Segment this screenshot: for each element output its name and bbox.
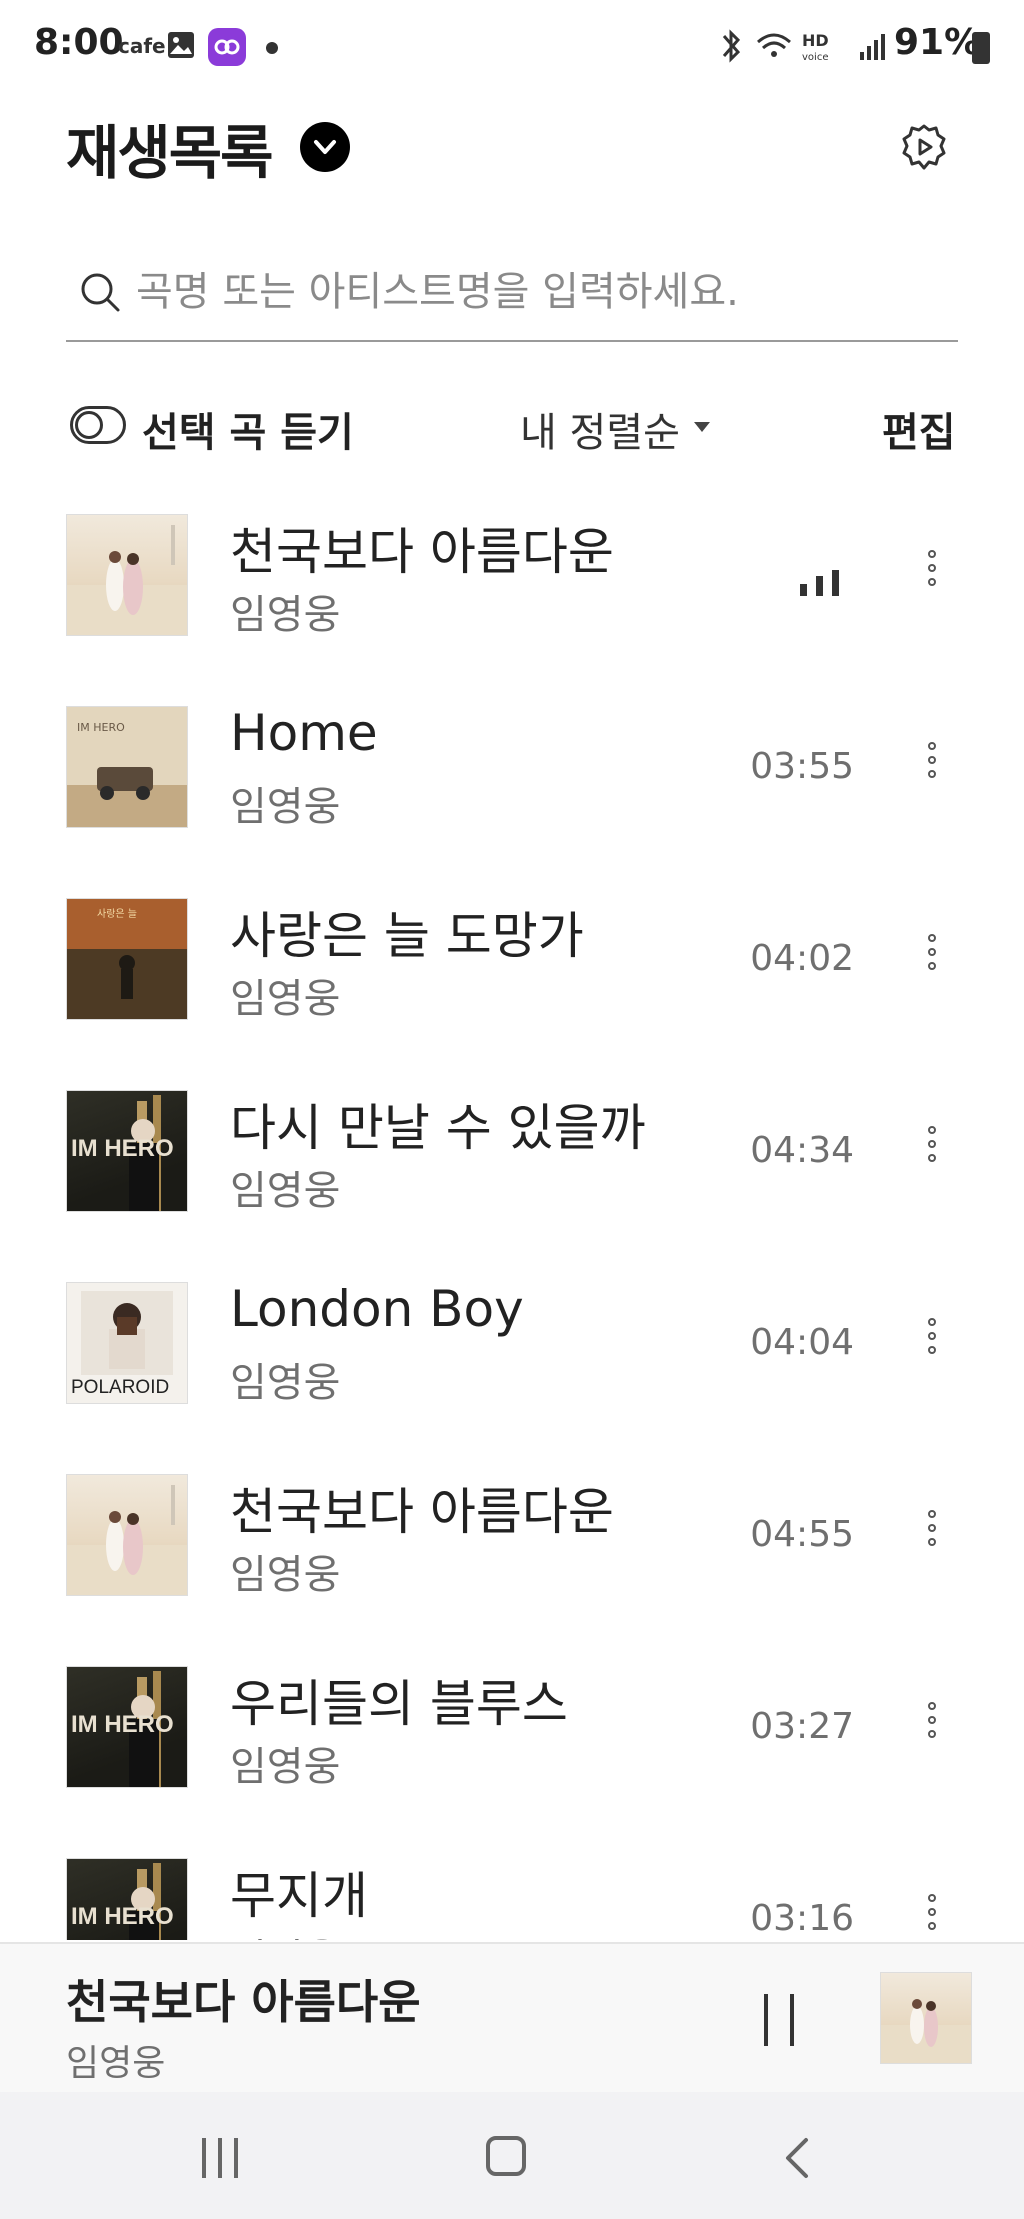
playlist-item[interactable]: POLAROID London Boy 임영웅 04:04 <box>0 1280 1024 1472</box>
signal-icon <box>860 34 885 60</box>
search-icon <box>81 273 120 312</box>
svg-text:HD: HD <box>802 31 829 50</box>
song-artist: 임영웅 <box>230 976 341 1022</box>
now-playing-album-art[interactable] <box>880 1972 972 2064</box>
battery-icon <box>972 32 990 64</box>
recent-apps-icon[interactable] <box>200 2138 242 2178</box>
image-icon <box>168 32 194 58</box>
album-art: POLAROID <box>66 1282 188 1404</box>
status-time: 8:00 <box>34 22 124 63</box>
list-toolbar: 선택 곡 듣기 내 정렬순 편집 <box>0 390 1024 460</box>
album-art: 사랑은 늘 <box>66 898 188 1020</box>
song-artist: 임영웅 <box>230 1926 340 1940</box>
song-artist: 임영웅 <box>230 784 341 830</box>
more-options-icon[interactable] <box>920 550 944 600</box>
song-title: 천국보다 아름다운 <box>230 523 614 581</box>
toggle-knob <box>75 411 103 439</box>
mini-player[interactable]: 천국보다 아름다운 임영웅 <box>0 1942 1024 2092</box>
more-options-icon[interactable] <box>920 742 944 792</box>
now-playing-artist[interactable]: 임영웅 <box>66 2034 165 2086</box>
settings-play-icon[interactable] <box>896 120 952 176</box>
song-title: London Boy <box>230 1280 524 1338</box>
pause-icon[interactable] <box>760 1994 800 2046</box>
more-options-icon[interactable] <box>920 1894 944 1940</box>
song-title: 무지개 <box>230 1867 368 1925</box>
connectivity-icons: HD voice <box>722 29 885 63</box>
chevron-down-icon <box>314 140 336 154</box>
playlist-item[interactable]: IM HERO 다시 만날 수 있을까 임영웅 04:34 <box>0 1088 1024 1280</box>
album-text: POLAROID <box>71 1377 170 1398</box>
album-text: IM HERO <box>71 1903 174 1930</box>
back-icon[interactable] <box>778 2136 818 2180</box>
album-art: IM HERO <box>66 1090 188 1212</box>
page-title[interactable]: 재생목록 <box>66 106 273 190</box>
edit-button[interactable]: 편집 <box>882 400 956 458</box>
more-options-icon[interactable] <box>920 1510 944 1560</box>
cafe-notification-label: cafe <box>118 34 166 58</box>
song-title: 우리들의 블루스 <box>230 1675 568 1733</box>
album-text: IM HERO <box>71 1711 174 1738</box>
song-duration: 03:27 <box>750 1706 854 1747</box>
song-artist: 임영웅 <box>230 1168 341 1214</box>
album-art: IM HERO <box>66 1858 188 1940</box>
svg-text:voice: voice <box>802 52 828 63</box>
svg-text:IM HERO: IM HERO <box>77 721 125 734</box>
album-art: IM HERO <box>66 706 188 828</box>
notification-dot-icon <box>266 42 278 54</box>
select-play-toggle[interactable] <box>70 406 126 444</box>
caret-down-icon[interactable] <box>694 422 710 432</box>
song-duration: 04:34 <box>750 1130 854 1171</box>
bluetooth-icon <box>722 29 741 63</box>
battery-percentage: 91% <box>894 22 981 63</box>
select-play-label[interactable]: 선택 곡 듣기 <box>142 400 354 458</box>
app-notification-icon <box>208 28 246 66</box>
album-art <box>66 1474 188 1596</box>
song-artist: 임영웅 <box>230 1552 341 1598</box>
playlist-item[interactable]: IM HERO 우리들의 블루스 임영웅 03:27 <box>0 1664 1024 1856</box>
song-title: 다시 만날 수 있을까 <box>230 1099 646 1157</box>
home-icon[interactable] <box>486 2136 526 2176</box>
song-duration: 04:55 <box>750 1514 854 1555</box>
playlist: 천국보다 아름다운 임영웅 IM HERO Home 임영웅 03:55 사랑은… <box>0 510 1024 1940</box>
song-artist: 임영웅 <box>230 1360 341 1406</box>
playlist-item[interactable]: IM HERO 무지개 임영웅 03:16 <box>0 1856 1024 1940</box>
more-options-icon[interactable] <box>920 1702 944 1752</box>
status-bar: 8:00 cafe HD voice 91% <box>0 0 1024 96</box>
album-art <box>66 514 188 636</box>
more-options-icon[interactable] <box>920 1318 944 1368</box>
song-title: 천국보다 아름다운 <box>230 1483 614 1541</box>
more-options-icon[interactable] <box>920 1126 944 1176</box>
wifi-icon <box>757 33 791 57</box>
playlist-dropdown-button[interactable] <box>300 122 350 172</box>
search-input[interactable] <box>134 260 938 324</box>
search-bar[interactable] <box>66 250 958 342</box>
playlist-item[interactable]: 천국보다 아름다운 임영웅 04:55 <box>0 1472 1024 1664</box>
now-playing-equalizer-icon <box>800 566 844 596</box>
playlist-item[interactable]: 천국보다 아름다운 임영웅 <box>0 512 1024 704</box>
song-duration: 03:55 <box>750 746 854 787</box>
song-title: 사랑은 늘 도망가 <box>230 907 584 965</box>
song-artist: 임영웅 <box>230 592 341 638</box>
playlist-item[interactable]: 사랑은 늘 사랑은 늘 도망가 임영웅 04:02 <box>0 896 1024 1088</box>
song-duration: 04:04 <box>750 1322 854 1363</box>
svg-text:사랑은 늘: 사랑은 늘 <box>97 908 137 920</box>
album-text: IM HERO <box>71 1135 174 1162</box>
header: 재생목록 <box>0 100 1024 200</box>
now-playing-title[interactable]: 천국보다 아름다운 <box>66 1966 421 2032</box>
song-title: Home <box>230 704 378 762</box>
album-art: IM HERO <box>66 1666 188 1788</box>
song-duration: 04:02 <box>750 938 854 979</box>
song-artist: 임영웅 <box>230 1744 341 1790</box>
system-navigation-bar <box>0 2092 1024 2219</box>
more-options-icon[interactable] <box>920 934 944 984</box>
sort-dropdown[interactable]: 내 정렬순 <box>520 400 680 458</box>
song-duration: 03:16 <box>750 1898 854 1939</box>
playlist-item[interactable]: IM HERO Home 임영웅 03:55 <box>0 704 1024 896</box>
hd-voice-icon: HD voice <box>802 31 829 63</box>
